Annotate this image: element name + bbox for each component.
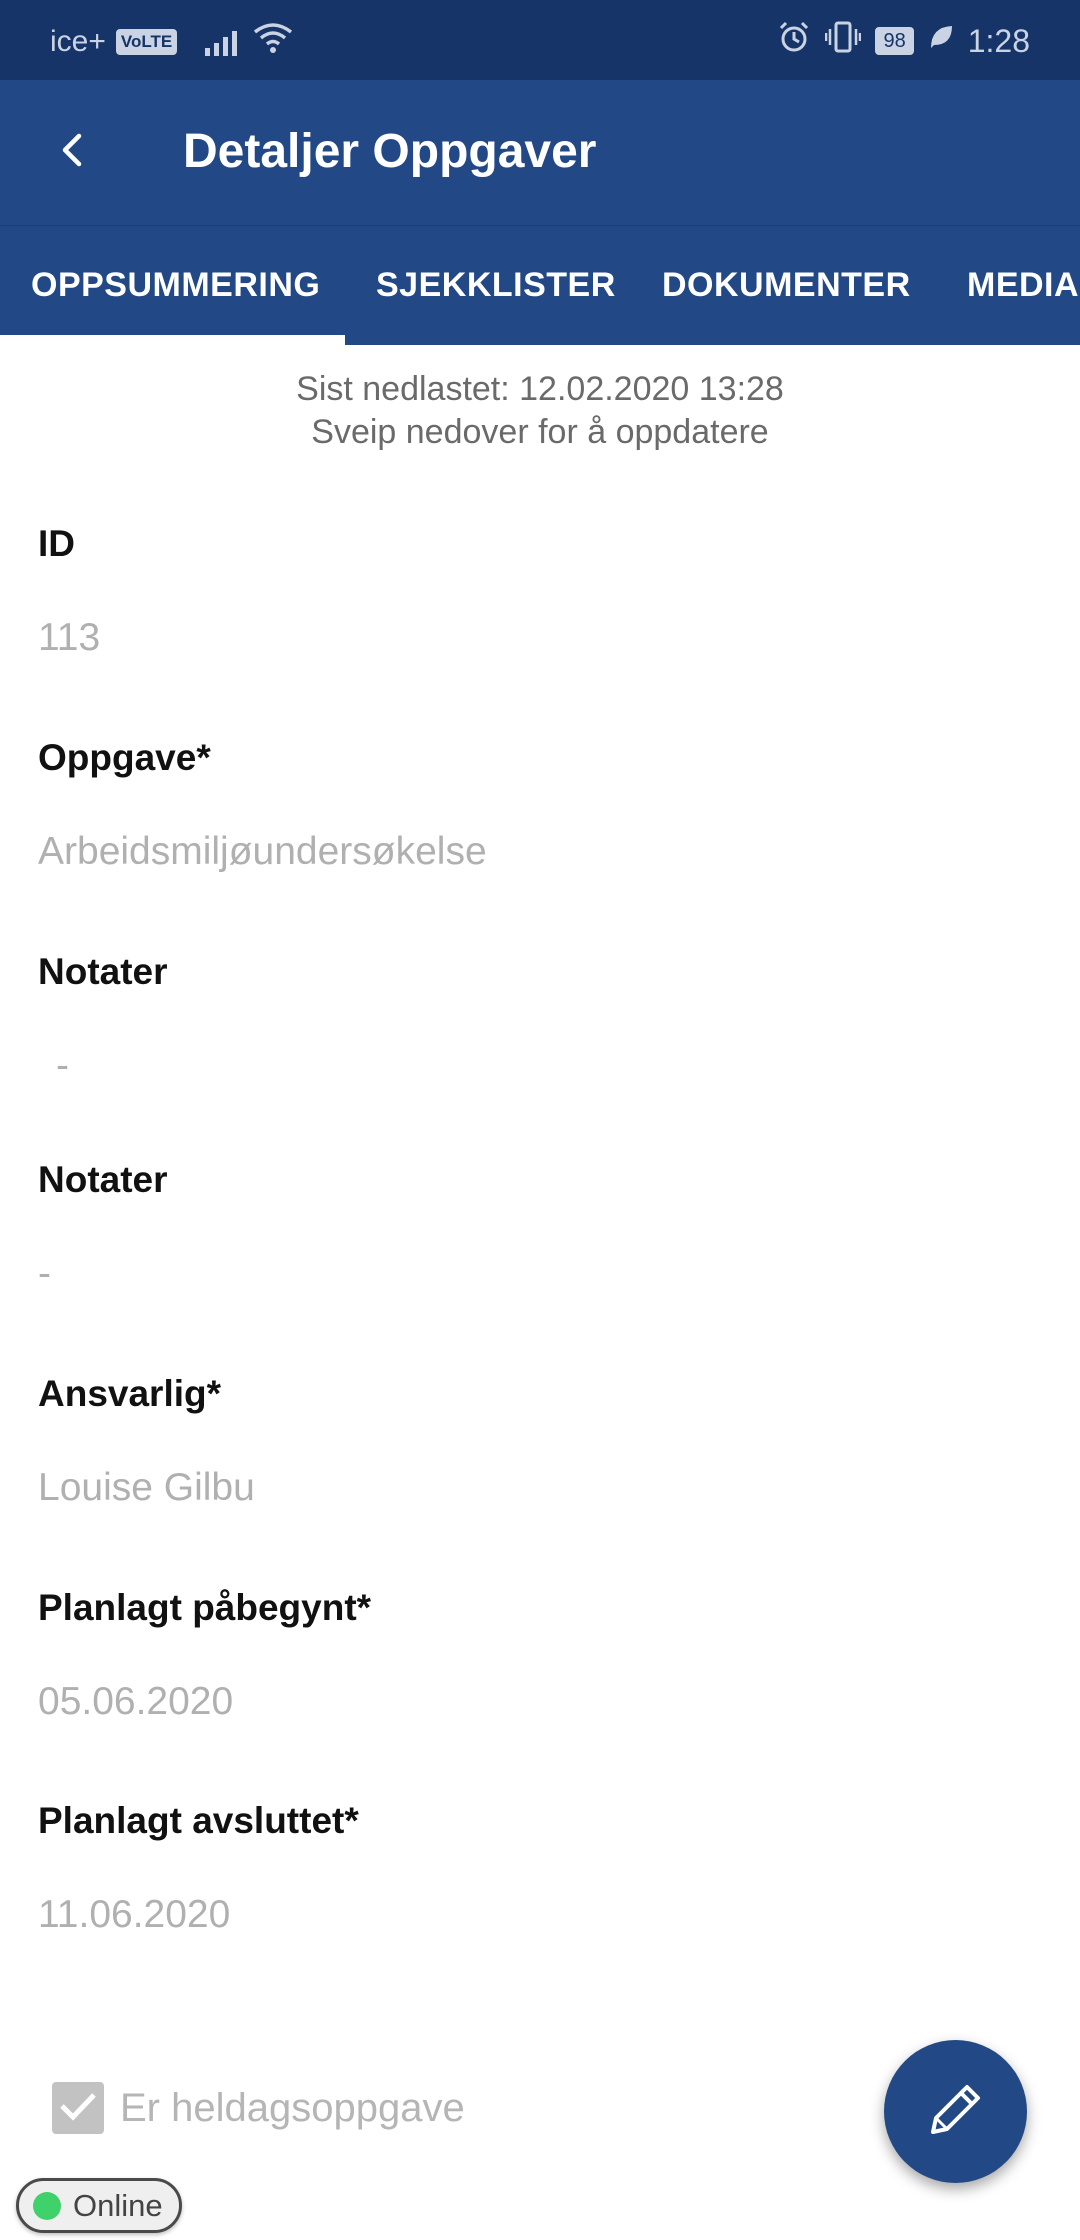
field-label-ansvarlig: Ansvarlig* — [38, 1373, 222, 1414]
field-value-notater: - — [56, 1044, 69, 1087]
tab-sjekklister[interactable]: SJEKKLISTER — [376, 266, 616, 305]
edit-button[interactable] — [884, 2040, 1027, 2183]
field-value-ansvarlig: Louise Gilbu — [38, 1466, 255, 1509]
swipe-hint-text: Sveip nedover for å oppdatere — [311, 413, 769, 451]
status-bar: ice+ VoLTE 98 1:28 — [0, 0, 1080, 80]
field-value-oppgave: Arbeidsmiljøundersøkelse — [38, 830, 487, 873]
tab-dokumenter[interactable]: DOKUMENTER — [662, 266, 911, 305]
back-button[interactable] — [40, 120, 104, 184]
pencil-icon — [923, 2076, 989, 2147]
tab-media[interactable]: MEDIA — [967, 266, 1079, 305]
field-label-notater-2: Notater — [38, 1159, 168, 1200]
all-day-checkbox[interactable] — [52, 2082, 104, 2134]
signal-icon — [205, 28, 238, 56]
online-dot-icon — [33, 2191, 61, 2220]
field-label-notater: Notater — [38, 951, 168, 992]
all-day-label: Er heldagsoppgave — [120, 2085, 465, 2130]
last-downloaded-text: Sist nedlastet: 12.02.2020 13:28 — [296, 370, 784, 408]
check-icon — [58, 2089, 98, 2128]
app-bar: Detaljer Oppgaver — [0, 80, 1080, 225]
back-arrow-icon — [59, 133, 85, 172]
wifi-icon — [253, 22, 293, 62]
field-label-oppgave: Oppgave* — [38, 737, 211, 778]
page-title: Detaljer Oppgaver — [183, 125, 597, 178]
field-value-planlagt-pabegynt: 05.06.2020 — [38, 1680, 234, 1723]
tab-bar: OPPSUMMERING SJEKKLISTER DOKUMENTER MEDI… — [0, 225, 1080, 345]
leaf-icon — [928, 23, 954, 59]
all-day-checkbox-row[interactable]: Er heldagsoppgave — [52, 2082, 465, 2134]
field-label-planlagt-avsluttet: Planlagt avsluttet* — [38, 1800, 359, 1841]
volte-badge: VoLTE — [115, 29, 178, 55]
refresh-info: Sist nedlastet: 12.02.2020 13:28 Sveip n… — [0, 368, 1080, 454]
alarm-icon — [777, 20, 811, 62]
vibrate-icon — [825, 20, 862, 62]
field-value-id: 113 — [38, 616, 101, 659]
connection-status: Online — [16, 2178, 182, 2233]
status-left: ice+ VoLTE — [50, 22, 293, 62]
carrier-label: ice+ — [50, 25, 106, 58]
field-value-notater-2: - — [38, 1252, 51, 1295]
field-label-planlagt-pabegynt: Planlagt påbegynt* — [38, 1587, 372, 1628]
field-label-id: ID — [38, 523, 75, 564]
connection-status-label: Online — [73, 2187, 163, 2223]
status-right: 98 1:28 — [777, 20, 1030, 62]
clock: 1:28 — [967, 22, 1030, 59]
field-value-planlagt-avsluttet: 11.06.2020 — [38, 1893, 231, 1936]
active-tab-indicator — [0, 335, 345, 345]
tab-oppsummering[interactable]: OPPSUMMERING — [31, 266, 320, 305]
battery-icon: 98 — [875, 27, 914, 55]
